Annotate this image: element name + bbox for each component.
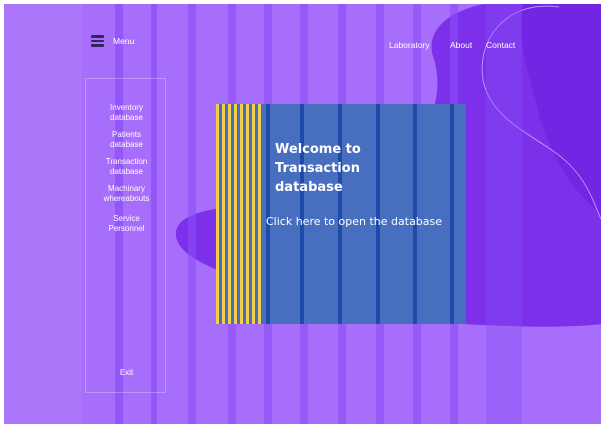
sidebar-item-service-personnel[interactable]: Service Personnel xyxy=(86,214,167,233)
yellow-stripe xyxy=(216,104,219,324)
card-stripe xyxy=(338,104,342,324)
yellow-stripe xyxy=(228,104,231,324)
sidebar-item-label: Service xyxy=(113,214,140,223)
sidebar-item-label: Machinary xyxy=(108,184,145,193)
exit-button[interactable]: Exit xyxy=(86,368,167,377)
sidebar-item-machinary-whereabouts[interactable]: Machinary whereabouts xyxy=(86,184,167,203)
sidebar-item-label: whereabouts xyxy=(103,193,150,203)
sidebar-item-transaction-database[interactable]: Transaction database xyxy=(86,157,167,176)
hamburger-menu-icon[interactable] xyxy=(91,35,104,47)
nav-link-about[interactable]: About xyxy=(450,40,472,50)
sidebar-item-label: Patients xyxy=(112,130,141,139)
welcome-card: Welcome to Transaction database Click he… xyxy=(216,104,466,324)
card-stripe xyxy=(266,104,270,324)
welcome-title: Welcome to Transaction database xyxy=(275,140,361,197)
card-stripe xyxy=(413,104,417,324)
sidebar-item-label: database xyxy=(110,166,143,176)
yellow-stripe xyxy=(222,104,225,324)
sidebar-item-label: Inventory xyxy=(110,103,143,112)
sidebar-item-label: Transaction xyxy=(105,157,148,166)
sidebar: Inventory database Patients database Tra… xyxy=(85,78,166,393)
sidebar-item-label: Personnel xyxy=(108,223,145,233)
nav-link-laboratory[interactable]: Laboratory xyxy=(389,40,430,50)
welcome-title-line: Welcome to xyxy=(275,142,361,157)
card-stripe xyxy=(300,104,304,324)
sidebar-item-label: database xyxy=(110,112,143,122)
nav-link-contact[interactable]: Contact xyxy=(486,40,515,50)
open-database-link[interactable]: Click here to open the database xyxy=(266,215,442,228)
sidebar-item-inventory-database[interactable]: Inventory database xyxy=(86,103,167,122)
yellow-stripe xyxy=(258,104,261,324)
app-window: Menu Laboratory About Contact Inventory … xyxy=(4,4,601,424)
sidebar-item-patients-database[interactable]: Patients database xyxy=(86,130,167,149)
background-stripe xyxy=(4,4,82,424)
sidebar-item-label: database xyxy=(110,139,143,149)
yellow-stripe xyxy=(252,104,255,324)
card-stripe xyxy=(376,104,380,324)
background-stripe xyxy=(188,4,196,424)
menu-label[interactable]: Menu xyxy=(113,36,134,46)
welcome-title-line: database xyxy=(275,180,343,195)
background-stripe xyxy=(486,4,522,424)
yellow-stripe xyxy=(240,104,243,324)
yellow-stripe xyxy=(246,104,249,324)
yellow-stripe xyxy=(234,104,237,324)
card-stripe xyxy=(450,104,454,324)
welcome-title-line: Transaction xyxy=(275,161,360,176)
